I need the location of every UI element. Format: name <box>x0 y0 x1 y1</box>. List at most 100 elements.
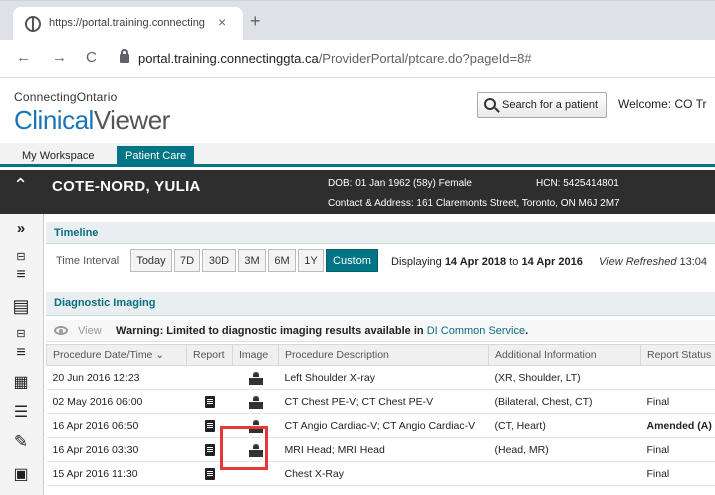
collapse-banner-icon[interactable]: ⌃ <box>13 175 28 196</box>
cell-description: CT Angio Cardiac-V; CT Angio Cardiac-V <box>278 413 489 438</box>
tab-my-workspace[interactable]: My Workspace <box>14 146 103 167</box>
time-interval-label: Time Interval <box>56 255 120 267</box>
search-icon <box>484 98 496 110</box>
menu-icon-2[interactable]: ≡ <box>8 344 34 362</box>
cell-date: 20 Jun 2016 12:23 <box>46 365 187 390</box>
col-image[interactable]: Image <box>232 344 279 366</box>
browser-tab[interactable]: https://portal.training.connecting × <box>13 7 243 41</box>
timeline-header: Timeline <box>46 222 715 244</box>
app-tabs: My Workspace Patient Care <box>0 143 715 167</box>
tab-patient-care[interactable]: Patient Care <box>117 146 195 167</box>
collapse-section-icon[interactable]: ⊟ <box>8 250 34 263</box>
document-icon[interactable]: ▣ <box>8 464 34 484</box>
expand-rail-icon[interactable]: » <box>8 220 34 237</box>
cell-description: MRI Head; MRI Head <box>278 437 489 462</box>
table-row[interactable]: 16 Apr 2016 06:50 CT Angio Cardiac-V; CT… <box>46 413 715 438</box>
time-interval-row: Time Interval Today 7D 30D 3M 6M 1Y Cust… <box>46 244 715 278</box>
report-document-icon[interactable] <box>204 420 215 432</box>
di-common-service-link[interactable]: DI Common Service <box>427 325 525 337</box>
cell-info: (CT, Heart) <box>488 413 641 438</box>
brand-viewer: Viewer <box>93 105 171 135</box>
browser-tab-title: https://portal.training.connecting <box>49 17 205 29</box>
new-tab-button[interactable]: + <box>250 12 261 30</box>
address-bar[interactable]: portal.training.connectinggta.ca/Provide… <box>138 51 532 66</box>
search-patient-button[interactable]: Search for a patient <box>477 92 607 118</box>
interval-today-button[interactable]: Today <box>130 249 172 272</box>
database-icon[interactable]: ▤ <box>8 296 34 317</box>
cell-date: 02 May 2016 06:00 <box>46 389 187 414</box>
interval-6m-button[interactable]: 6M <box>268 249 296 272</box>
brand-clinical: Clinical <box>14 105 94 135</box>
left-rail: » ⊟ ≡ ▤ ⊟ ≡ ▦ ☰ ✎ ▣ <box>0 214 44 495</box>
warning-text: Warning: Limited to diagnostic imaging r… <box>116 325 424 337</box>
range-to-word: to <box>509 256 519 268</box>
report-document-icon[interactable] <box>204 468 215 480</box>
eye-icon <box>54 326 68 335</box>
patient-address: Contact & Address: 161 Claremonts Street… <box>328 198 620 209</box>
cell-status <box>640 365 715 390</box>
col-procedure-date[interactable]: Procedure Date/Time ⌄ <box>46 344 187 366</box>
image-viewer-icon[interactable] <box>248 371 263 385</box>
url-host: portal.training.connectinggta.ca <box>138 51 319 66</box>
patient-dob: DOB: 01 Jan 1962 (58y) Female <box>328 178 472 189</box>
range-from: 14 Apr 2018 <box>444 256 507 268</box>
table-row[interactable]: 02 May 2016 06:00 CT Chest PE-V; CT Ches… <box>46 389 715 414</box>
interval-custom-button[interactable]: Custom <box>326 249 378 272</box>
collapse-section-icon-2[interactable]: ⊟ <box>8 327 34 340</box>
cell-report <box>186 389 233 414</box>
diagnostic-imaging-title: Diagnostic Imaging <box>54 297 156 309</box>
cell-info: (Bilateral, Chest, CT) <box>488 389 641 414</box>
cell-info: (XR, Shoulder, LT) <box>488 365 641 390</box>
warning-row: View Warning: Limited to diagnostic imag… <box>46 320 715 342</box>
report-document-icon[interactable] <box>204 444 215 456</box>
view-button[interactable]: View <box>78 325 102 337</box>
interval-30d-button[interactable]: 30D <box>202 249 236 272</box>
cell-description: Left Shoulder X-ray <box>278 365 489 390</box>
col-report-status[interactable]: Report Status <box>640 344 715 366</box>
col-procedure-description[interactable]: Procedure Description <box>278 344 489 366</box>
cell-report <box>186 365 233 390</box>
interval-3m-button[interactable]: 3M <box>238 249 266 272</box>
cell-date: 16 Apr 2016 06:50 <box>46 413 187 438</box>
menu-icon[interactable]: ≡ <box>8 266 34 284</box>
tools-icon[interactable]: ✎ <box>8 432 34 452</box>
patient-name: COTE-NORD, YULIA <box>52 178 201 195</box>
cell-date: 16 Apr 2016 03:30 <box>46 437 187 462</box>
refreshed-time: 13:04 <box>679 256 708 268</box>
cell-image <box>232 389 279 414</box>
forward-button[interactable]: → <box>52 50 67 65</box>
col-additional-information[interactable]: Additional Information <box>488 344 641 366</box>
welcome-text: Welcome: CO Tr <box>618 97 707 111</box>
brand-clinicalviewer: ClinicalViewer <box>14 105 170 136</box>
report-document-icon[interactable] <box>204 396 215 408</box>
list-icon[interactable]: ☰ <box>8 402 34 422</box>
back-button[interactable]: ← <box>16 50 31 65</box>
warning-end: . <box>525 325 529 337</box>
displaying-prefix: Displaying <box>391 256 442 268</box>
lock-icon <box>120 49 129 63</box>
browser-toolbar: ← → C portal.training.connectinggta.ca/P… <box>0 40 715 78</box>
table-row[interactable]: 20 Jun 2016 12:23 Left Shoulder X-ray (X… <box>46 365 715 390</box>
diagnostic-imaging-header: Diagnostic Imaging <box>46 292 715 316</box>
displaying-range: Displaying 14 Apr 2018 to 14 Apr 2016 <box>391 256 583 268</box>
view-refreshed: View Refreshed 13:04 <box>599 256 707 268</box>
interval-7d-button[interactable]: 7D <box>174 249 200 272</box>
patient-banner: ⌃ COTE-NORD, YULIA DOB: 01 Jan 1962 (58y… <box>0 170 715 214</box>
table-header-row: Procedure Date/Time ⌄ Report Image Proce… <box>46 344 715 366</box>
table-row[interactable]: 15 Apr 2016 11:30 Chest X-Ray Final <box>46 461 715 486</box>
reload-button[interactable]: C <box>86 50 97 65</box>
col-report[interactable]: Report <box>186 344 233 366</box>
table-row[interactable]: 16 Apr 2016 03:30 MRI Head; MRI Head (He… <box>46 437 715 462</box>
grid-icon[interactable]: ▦ <box>8 372 34 392</box>
search-patient-label: Search for a patient <box>502 99 599 111</box>
close-tab-icon[interactable]: × <box>218 14 226 30</box>
app-header: ConnectingOntario ClinicalViewer Search … <box>0 79 715 143</box>
cell-status: Final <box>640 389 715 414</box>
interval-1y-button[interactable]: 1Y <box>298 249 324 272</box>
image-viewer-icon[interactable] <box>248 395 263 409</box>
highlight-box <box>220 426 268 470</box>
cell-info: (Head, MR) <box>488 437 641 462</box>
timeline-title: Timeline <box>54 227 99 239</box>
warning-message: Warning: Limited to diagnostic imaging r… <box>116 325 528 337</box>
cell-info <box>488 461 641 486</box>
